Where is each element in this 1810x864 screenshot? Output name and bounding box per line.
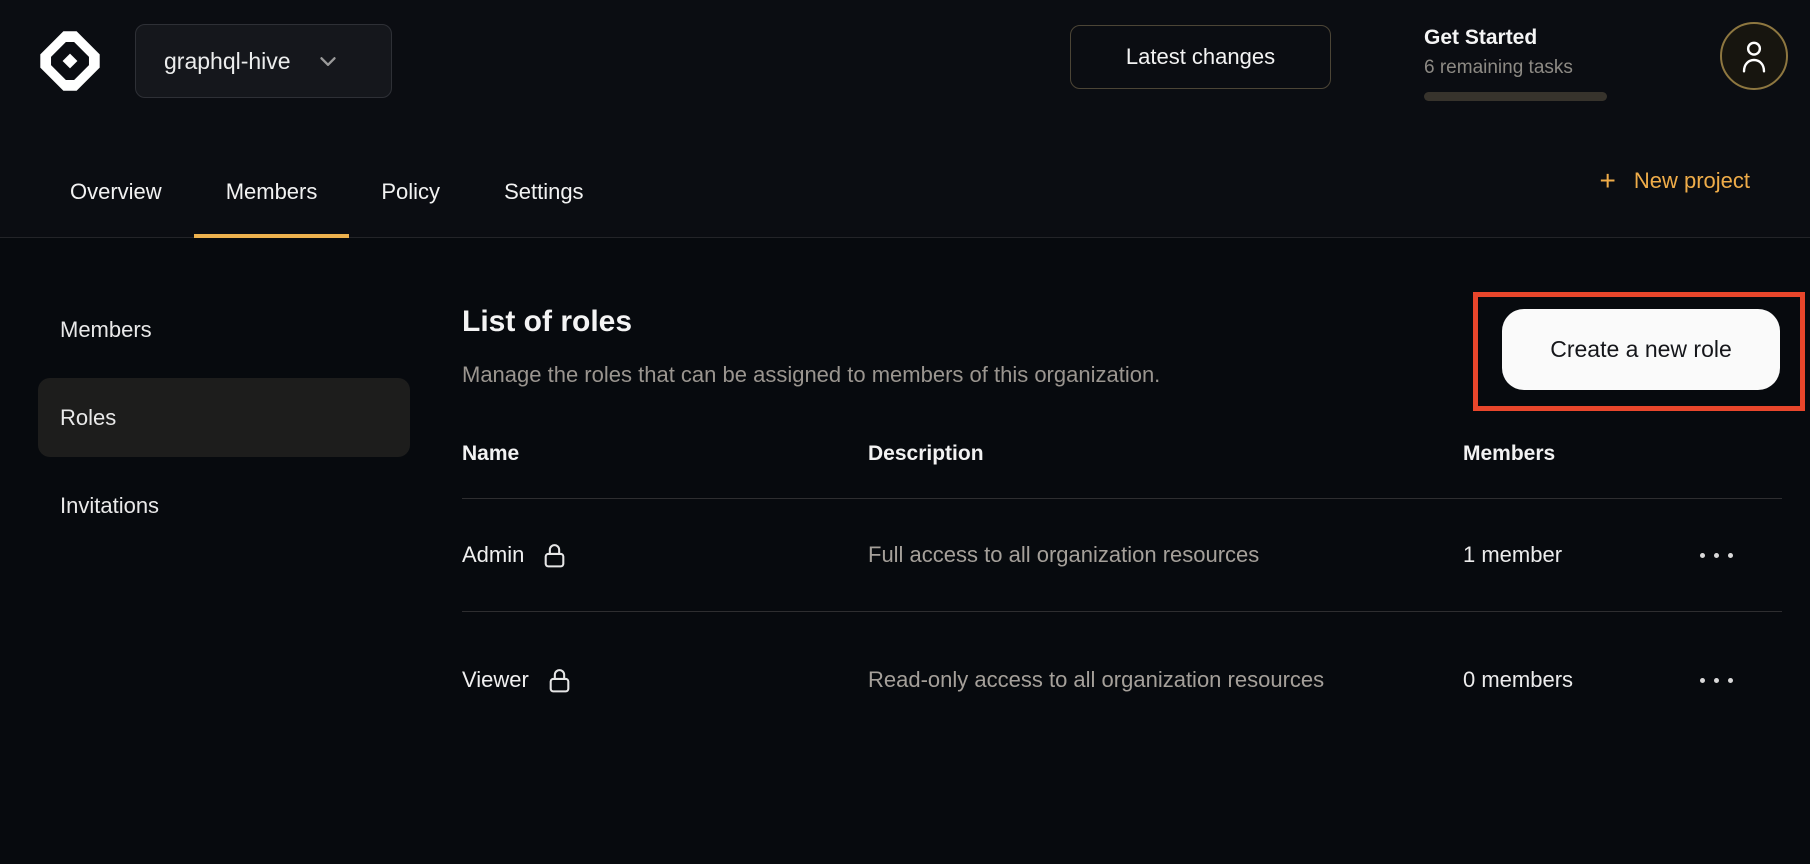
members-section-sidebar: Members Roles Invitations [38,290,410,545]
roles-table-header: Name Description Members [462,430,1782,499]
role-name: Admin [462,542,524,568]
hive-logo-icon [37,28,103,94]
column-header-description: Description [868,430,1463,466]
user-avatar-button[interactable] [1720,22,1788,90]
tab-settings[interactable]: Settings [472,150,616,238]
sidebar-item-members[interactable]: Members [38,290,410,369]
role-members-count: 0 members [1463,667,1700,693]
role-name: Viewer [462,667,529,693]
role-row-menu-button[interactable] [1700,668,1733,693]
get-started-title: Get Started [1424,26,1607,50]
table-row[interactable]: Viewer Read-only access to all organizat… [462,612,1782,748]
role-description: Full access to all organization resource… [868,535,1348,575]
page-title: List of roles [462,305,632,339]
tab-policy[interactable]: Policy [349,150,472,238]
organization-name: graphql-hive [164,48,291,75]
page-subtitle: Manage the roles that can be assigned to… [462,362,1160,388]
new-project-button[interactable]: + New project [1599,168,1750,194]
role-members-count: 1 member [1463,542,1700,568]
tab-overview[interactable]: Overview [38,150,194,238]
new-project-label: New project [1634,168,1750,194]
org-tab-bar: Overview Members Policy Settings [38,150,616,238]
create-new-role-button[interactable]: Create a new role [1502,309,1780,390]
column-header-name: Name [462,430,868,466]
tab-members[interactable]: Members [194,150,350,238]
lock-icon [547,666,572,695]
column-header-members: Members [1463,430,1700,466]
plus-icon: + [1599,170,1615,192]
app-header: graphql-hive Latest changes Get Started … [0,0,1810,238]
get-started-progress-bar [1424,92,1607,101]
latest-changes-button[interactable]: Latest changes [1070,25,1331,89]
user-icon [1738,38,1770,74]
latest-changes-label: Latest changes [1126,44,1275,70]
ellipsis-icon [1700,553,1705,558]
roles-table: Name Description Members Admin Full acce… [462,430,1782,748]
ellipsis-icon [1700,678,1705,683]
get-started-remaining-tasks: 6 remaining tasks [1424,57,1607,79]
role-description: Read-only access to all organization res… [868,660,1348,700]
role-row-menu-button[interactable] [1700,543,1733,568]
get-started-widget[interactable]: Get Started 6 remaining tasks [1424,26,1607,101]
organization-selector[interactable]: graphql-hive [135,24,392,98]
chevron-down-icon [315,48,341,74]
lock-icon [542,541,567,570]
sidebar-item-roles[interactable]: Roles [38,378,410,457]
table-row[interactable]: Admin Full access to all organization re… [462,499,1782,612]
sidebar-item-invitations[interactable]: Invitations [38,466,410,545]
